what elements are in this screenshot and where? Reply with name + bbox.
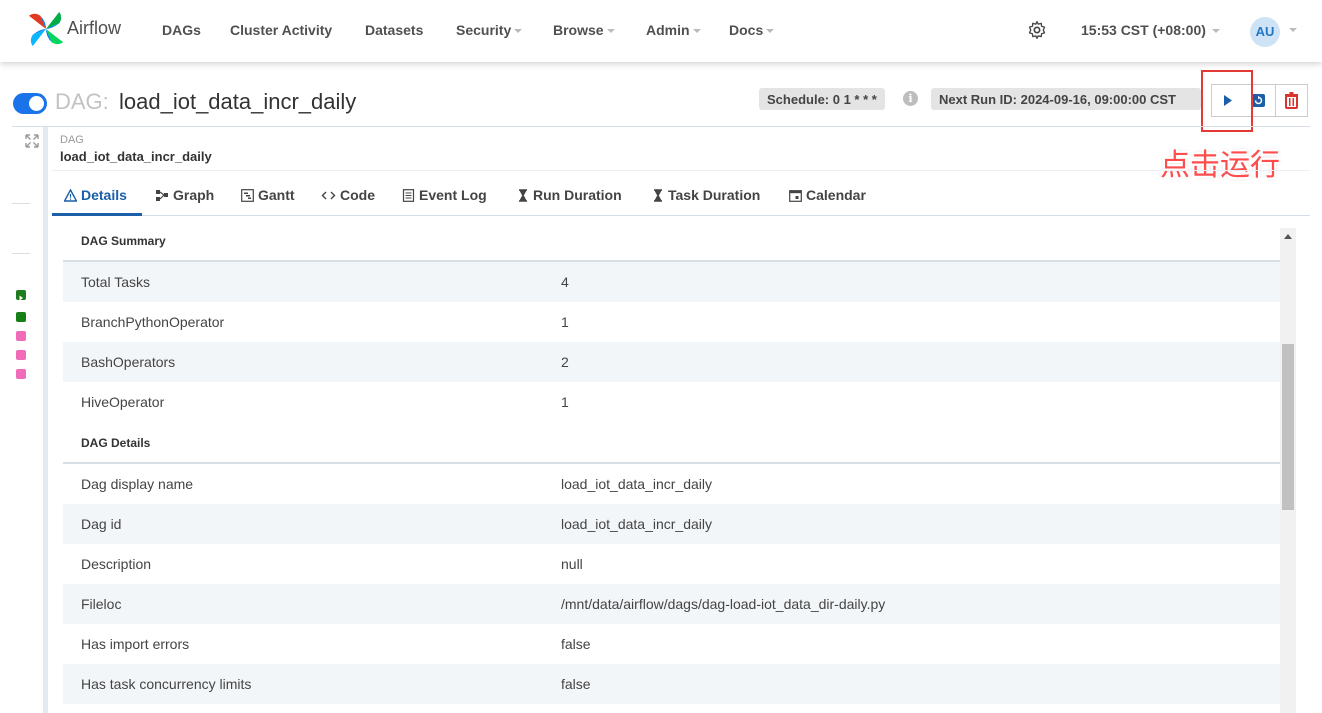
gear-icon[interactable]: [1027, 20, 1047, 40]
row-key: Dag id: [81, 516, 122, 532]
row-value: false: [561, 636, 591, 652]
table-row: Has task concurrency limits false: [63, 664, 1280, 704]
nav-docs[interactable]: Docs: [729, 22, 775, 38]
active-tab-indicator: [52, 213, 142, 216]
table-row: Has import errors false: [63, 624, 1280, 664]
chevron-down-icon: [514, 29, 523, 34]
top-navbar: Airflow DAGs Cluster Activity Datasets S…: [0, 0, 1322, 62]
grid-line: [12, 203, 30, 204]
annotation-label: 点击运行: [1160, 148, 1280, 183]
nav-dags[interactable]: DAGs: [162, 22, 201, 38]
table-row: Dag id load_iot_data_incr_daily: [63, 504, 1280, 544]
tab-gantt[interactable]: Gantt: [241, 187, 295, 203]
divider: [52, 170, 1310, 171]
tab-task-duration[interactable]: Task Duration: [652, 187, 760, 203]
tabs-divider: [52, 215, 1310, 216]
airflow-logo-icon[interactable]: [27, 10, 65, 48]
warning-icon: [63, 188, 78, 202]
hourglass-icon: [519, 189, 527, 202]
schedule-badge: Schedule: 0 1 * * *: [759, 88, 885, 110]
breadcrumb-label: DAG: [60, 134, 84, 146]
tab-graph[interactable]: Graph: [155, 187, 214, 203]
task-status-skipped[interactable]: [16, 350, 26, 360]
row-key: Has import errors: [81, 636, 190, 652]
tab-event-log[interactable]: Event Log: [402, 187, 487, 203]
row-key: Has task concurrency limits: [81, 676, 252, 692]
chevron-down-icon: [766, 29, 775, 34]
dag-details-table: DAG Summary Total Tasks 4 BranchPythonOp…: [63, 220, 1280, 704]
gantt-icon: [241, 189, 254, 202]
dag-run-status-running[interactable]: [16, 290, 26, 301]
table-row: Fileloc /mnt/data/airflow/dags/dag-load-…: [63, 584, 1280, 624]
section-header-details: DAG Details: [63, 422, 1280, 464]
section-header-summary: DAG Summary: [63, 220, 1280, 262]
row-key: Description: [81, 556, 152, 572]
task-status-success[interactable]: [16, 312, 26, 322]
tab-details[interactable]: Details: [63, 187, 127, 203]
document-icon: [402, 189, 415, 202]
section-title: DAG Summary: [81, 234, 166, 248]
chevron-down-icon: [1211, 29, 1220, 34]
task-status-skipped[interactable]: [16, 369, 26, 379]
tab-code[interactable]: Code: [321, 187, 375, 203]
nav-security[interactable]: Security: [456, 22, 523, 38]
section-title: DAG Details: [81, 436, 151, 450]
row-key: Fileloc: [81, 596, 122, 612]
table-row: HiveOperator 1: [63, 382, 1280, 422]
page-title[interactable]: load_iot_data_incr_daily: [119, 89, 356, 115]
row-key: Total Tasks: [81, 274, 150, 290]
chevron-down-icon: [606, 29, 615, 34]
graph-icon: [156, 190, 168, 201]
header-divider: [12, 126, 1310, 127]
expand-icon[interactable]: [25, 134, 39, 148]
hourglass-icon: [654, 189, 662, 202]
row-key: BranchPythonOperator: [81, 314, 225, 330]
delete-dag-button[interactable]: [1275, 84, 1308, 117]
tab-run-duration[interactable]: Run Duration: [517, 187, 622, 203]
row-value: 4: [561, 274, 569, 290]
row-value: 1: [561, 394, 569, 410]
timezone-selector[interactable]: 15:53 CST (+08:00): [1081, 22, 1220, 38]
scrollbar-thumb[interactable]: [1282, 344, 1294, 510]
nav-datasets[interactable]: Datasets: [365, 22, 423, 38]
nav-cluster-activity[interactable]: Cluster Activity: [230, 22, 332, 38]
row-value: load_iot_data_incr_daily: [561, 516, 712, 532]
row-value: false: [561, 676, 591, 692]
row-value: 1: [561, 314, 569, 330]
row-value: null: [561, 556, 583, 572]
row-value: load_iot_data_incr_daily: [561, 476, 712, 492]
info-icon[interactable]: i: [903, 91, 918, 106]
breadcrumb-dag-name[interactable]: load_iot_data_incr_daily: [60, 149, 212, 164]
calendar-icon: [789, 190, 802, 202]
brand-name[interactable]: Airflow: [67, 18, 121, 39]
task-status-skipped[interactable]: [16, 331, 26, 341]
grid-panel-divider[interactable]: [43, 127, 48, 713]
annotation-highlight-box: [1201, 70, 1253, 132]
row-key: Dag display name: [81, 476, 194, 492]
row-key: BashOperators: [81, 354, 176, 370]
chevron-down-icon[interactable]: [1289, 28, 1297, 32]
nav-admin[interactable]: Admin: [646, 22, 701, 38]
trash-icon: [1285, 92, 1298, 109]
row-key: HiveOperator: [81, 394, 165, 410]
play-icon: [19, 295, 23, 301]
table-row: Description null: [63, 544, 1280, 584]
dag-pause-toggle[interactable]: [13, 93, 47, 114]
nav-browse[interactable]: Browse: [553, 22, 615, 38]
table-row: Dag display name load_iot_data_incr_dail…: [63, 464, 1280, 504]
next-run-badge: Next Run ID: 2024-09-16, 09:00:00 CST: [931, 88, 1201, 110]
row-value: /mnt/data/airflow/dags/dag-load-iot_data…: [561, 596, 886, 612]
table-row: BranchPythonOperator 1: [63, 302, 1280, 342]
table-row: BashOperators 2: [63, 342, 1280, 382]
user-avatar[interactable]: AU: [1250, 17, 1280, 47]
dag-prefix-label: DAG:: [55, 89, 109, 114]
tab-calendar[interactable]: Calendar: [789, 187, 866, 203]
table-row: Total Tasks 4: [63, 262, 1280, 302]
code-icon: [321, 191, 336, 200]
row-value: 2: [561, 354, 569, 370]
grid-line: [12, 253, 30, 254]
chevron-down-icon: [692, 29, 701, 34]
scroll-up-arrow-icon[interactable]: [1284, 234, 1292, 239]
